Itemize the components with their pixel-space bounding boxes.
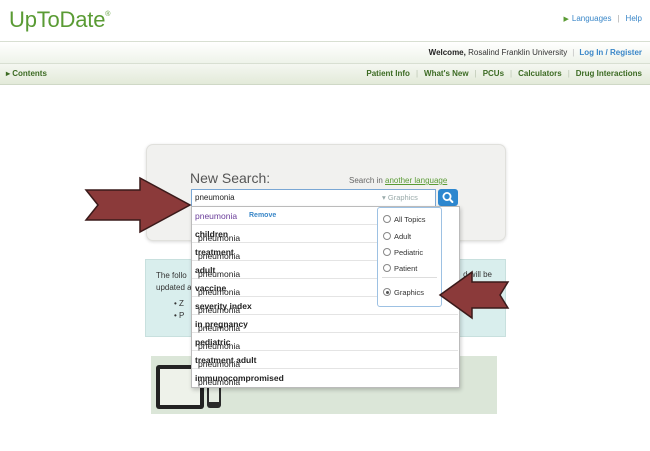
- nav-drug-interactions[interactable]: Drug Interactions: [576, 69, 642, 78]
- info-text: The follo updated a • Z • P: [156, 270, 192, 322]
- divider: |: [572, 48, 575, 57]
- suggestion-item[interactable]: pneumonia vaccine: [192, 279, 377, 297]
- login-register-link[interactable]: Log In / Register: [579, 48, 642, 57]
- info-bullet-2: • P: [174, 311, 185, 320]
- divider: |: [474, 69, 477, 78]
- divider: |: [415, 69, 419, 78]
- another-language-link[interactable]: another language: [385, 176, 447, 185]
- search-icon: [442, 192, 454, 203]
- nav-whats-new[interactable]: What's New: [424, 69, 469, 78]
- languages-link[interactable]: Languages: [572, 14, 612, 23]
- suggestion-item[interactable]: pneumonia adult: [192, 261, 377, 279]
- radio-selected-icon: [383, 288, 391, 296]
- left-arrow-annotation-icon: [438, 270, 510, 320]
- nav-patient-info[interactable]: Patient Info: [366, 69, 410, 78]
- divider: [382, 277, 437, 278]
- help-link[interactable]: Help: [626, 14, 642, 23]
- nav-pcus[interactable]: PCUs: [483, 69, 504, 78]
- info-bullet-1: • Z: [174, 299, 184, 308]
- filter-option-pediatric[interactable]: Pediatric: [383, 248, 423, 257]
- filter-option-graphics[interactable]: Graphics: [383, 288, 424, 297]
- nav-links: Patient Info | What's New | PCUs | Calculators…: [366, 69, 642, 78]
- uptodate-logo[interactable]: UpToDate®: [9, 7, 110, 33]
- main-nav: ▸ Contents Patient Info | What's New | PCUs |…: [0, 64, 650, 85]
- top-links: ▶ Languages | Help: [563, 14, 642, 23]
- suggestion-item[interactable]: pneumonia children: [192, 225, 377, 243]
- search-filter-dropdown[interactable]: ▾ Graphics: [382, 193, 418, 202]
- nav-calculators[interactable]: Calculators: [518, 69, 562, 78]
- remove-link[interactable]: Remove: [249, 212, 276, 219]
- search-button[interactable]: [438, 189, 458, 206]
- search-in-label: Search in: [349, 176, 383, 185]
- triangle-right-icon: ▸: [6, 69, 11, 78]
- suggestion-item[interactable]: pneumonia in pregnancy: [192, 315, 458, 333]
- suggestion-item[interactable]: pneumonia treatment: [192, 243, 377, 261]
- suggestion-item[interactable]: pneumonia immunocompromised: [192, 369, 458, 387]
- suggestion-item[interactable]: pneumonia pediatric: [192, 333, 458, 351]
- new-search-heading: New Search:: [190, 170, 271, 186]
- logo-text: UpToDate: [9, 7, 106, 32]
- right-arrow-annotation-icon: [84, 176, 192, 234]
- info-line-2: updated a: [156, 283, 192, 292]
- welcome-message: Welcome, Rosalind Franklin University | Lo…: [429, 48, 642, 57]
- filter-option-patient[interactable]: Patient: [383, 264, 417, 273]
- radio-icon: [383, 232, 391, 240]
- radio-icon: [383, 264, 391, 272]
- filter-options-panel: All Topics Adult Pediatric Patient Graph…: [377, 207, 442, 307]
- divider: |: [617, 14, 620, 23]
- contents-label: Contents: [12, 69, 47, 78]
- suggestion-item[interactable]: pneumonia treatment adult: [192, 351, 458, 369]
- search-query: pneumonia: [195, 193, 235, 202]
- welcome-label: Welcome,: [428, 48, 466, 57]
- search-input[interactable]: pneumonia ▾ Graphics: [191, 189, 436, 207]
- welcome-bar: Welcome, Rosalind Franklin University | Lo…: [0, 41, 650, 64]
- institution-name: Rosalind Franklin University: [468, 48, 568, 57]
- nav-contents[interactable]: ▸ Contents: [6, 69, 47, 78]
- suggestion-item[interactable]: pneumonia Remove: [192, 207, 377, 225]
- divider: |: [510, 69, 513, 78]
- chevron-down-icon: ▾: [382, 193, 386, 202]
- info-line-1: The follo: [156, 271, 187, 280]
- triangle-right-icon: ▶: [563, 16, 569, 23]
- registered-mark: ®: [105, 11, 111, 18]
- search-in-language: Search in another language: [349, 176, 447, 185]
- divider: |: [567, 69, 570, 78]
- filter-option-adult[interactable]: Adult: [383, 232, 411, 241]
- radio-icon: [383, 215, 391, 223]
- radio-icon: [383, 248, 391, 256]
- filter-option-all-topics[interactable]: All Topics: [383, 215, 426, 224]
- filter-selected-label: Graphics: [387, 193, 418, 202]
